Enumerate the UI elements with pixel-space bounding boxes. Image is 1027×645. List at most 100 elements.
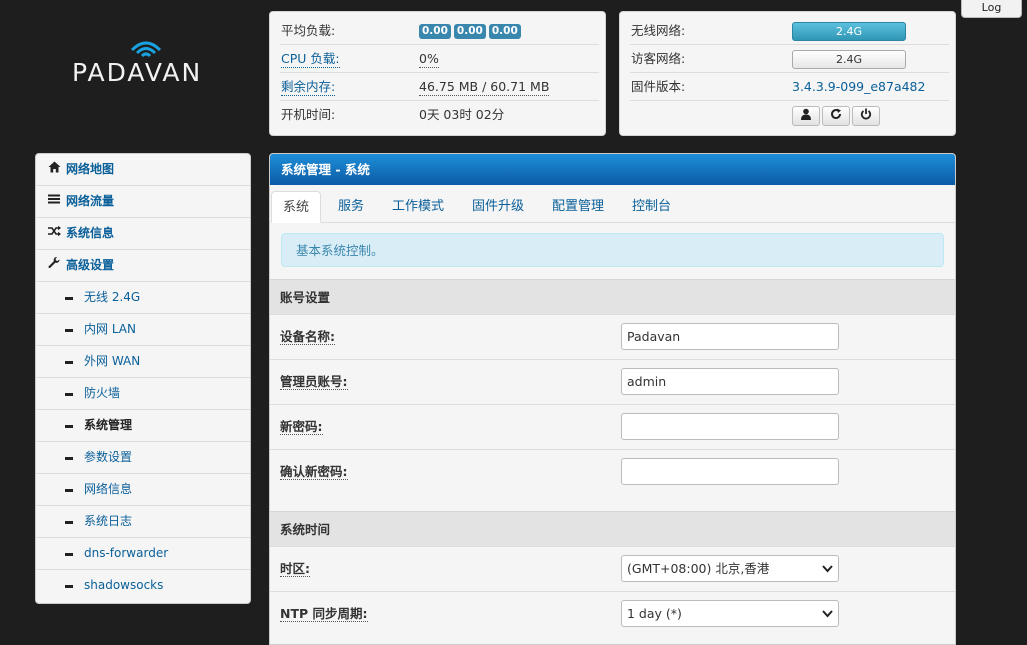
sidebar-item-dns-forwarder[interactable]: dns-forwarder <box>36 538 250 570</box>
guest-2g-button[interactable]: 2.4G <box>792 50 906 69</box>
confirm-password-row: 确认新密码: <box>270 449 955 495</box>
device-name-label: 设备名称: <box>280 329 335 345</box>
new-password-label: 新密码: <box>280 419 323 435</box>
firmware-version-link[interactable]: 3.4.3.9-099_e87a482 <box>792 73 925 100</box>
timezone-select[interactable]: (GMT+08:00) 北京,香港 <box>621 555 839 582</box>
tab-config-management[interactable]: 配置管理 <box>552 191 604 222</box>
home-icon <box>47 154 61 185</box>
free-memory-link[interactable]: 剩余内存: <box>281 79 336 96</box>
sidebar-item-label: 网络信息 <box>84 482 133 496</box>
admin-account-input[interactable]: admin <box>621 368 839 395</box>
uptime-label: 开机时间: <box>281 107 336 122</box>
cpu-load-row: CPU 负载: 0% <box>280 45 599 73</box>
sidebar-item-advanced[interactable]: 高级设置 <box>36 250 250 282</box>
ntp-sync-value: 1 day (*) <box>627 606 682 621</box>
sidebar-item-wireless-24g[interactable]: 无线 2.4G <box>36 282 250 314</box>
sidebar-item-system-log[interactable]: 系统日志 <box>36 506 250 538</box>
sidebar-item-label: 外网 WAN <box>84 354 141 368</box>
section-account-settings: 账号设置 <box>270 279 955 315</box>
sidebar-item-label: 系统管理 <box>84 418 133 432</box>
sidebar-nav: 网络地图 网络流量 系统信息 高级设置 无线 2.4G 内网 LAN 外网 WA… <box>35 153 251 604</box>
dash-icon <box>65 553 73 556</box>
wireless-label: 无线网络: <box>631 23 686 38</box>
system-action-buttons <box>792 106 882 126</box>
tab-console[interactable]: 控制台 <box>632 191 671 222</box>
device-name-input[interactable]: Padavan <box>621 323 839 350</box>
confirm-password-label: 确认新密码: <box>280 464 348 480</box>
firmware-label: 固件版本: <box>631 79 686 94</box>
new-password-input[interactable] <box>621 413 839 440</box>
free-memory-row: 剩余内存: 46.75 MB / 60.71 MB <box>280 73 599 101</box>
sidebar-item-label: shadowsocks <box>84 578 164 592</box>
dash-icon <box>65 425 73 428</box>
system-status-panel: 平均负载: 0.00 0.00 0.00 CPU 负载: 0% 剩余内存: 46.7… <box>269 11 606 136</box>
chevron-down-icon <box>822 556 833 591</box>
tab-system[interactable]: 系统 <box>271 191 322 223</box>
uptime-value: 0天 03时 02分 <box>419 107 505 122</box>
sidebar-item-label: 高级设置 <box>66 258 115 272</box>
log-tab[interactable]: Log <box>961 0 1022 18</box>
dash-icon <box>65 585 73 588</box>
firmware-row: 固件版本: 3.4.3.9-099_e87a482 <box>630 73 949 101</box>
dash-icon <box>65 361 73 364</box>
guest-network-row: 访客网络: 2.4G <box>630 45 949 73</box>
section-system-time: 系统时间 <box>270 511 955 547</box>
dash-icon <box>65 521 73 524</box>
timezone-row: 时区: (GMT+08:00) 北京,香港 <box>270 546 955 592</box>
tab-work-mode[interactable]: 工作模式 <box>392 191 444 222</box>
sidebar-item-label: 系统信息 <box>66 226 115 240</box>
admin-account-row: 管理员账号: admin <box>270 359 955 405</box>
load-average-label: 平均负载: <box>281 23 336 38</box>
sidebar-item-label: dns-forwarder <box>84 546 169 560</box>
sidebar-item-shadowsocks[interactable]: shadowsocks <box>36 570 250 601</box>
load-badge-2: 0.00 <box>453 24 486 39</box>
sidebar-item-firewall[interactable]: 防火墙 <box>36 378 250 410</box>
dash-icon <box>65 457 73 460</box>
main-panel: 系统管理 - 系统 系统 服务 工作模式 固件升级 配置管理 控制台 基本系统控… <box>269 153 956 645</box>
chevron-down-icon <box>822 601 833 636</box>
device-name-row: 设备名称: Padavan <box>270 314 955 360</box>
network-status-panel: 无线网络: 2.4G 访客网络: 2.4G 固件版本: 3.4.3.9-099_… <box>619 11 956 136</box>
sidebar-item-label: 内网 LAN <box>84 322 136 336</box>
dash-icon <box>65 393 73 396</box>
sidebar-item-network-info[interactable]: 网络信息 <box>36 474 250 506</box>
sidebar-item-system-admin[interactable]: 系统管理 <box>36 410 250 442</box>
guest-network-label: 访客网络: <box>631 51 686 66</box>
wireless-row: 无线网络: 2.4G <box>630 17 949 45</box>
refresh-icon[interactable] <box>822 106 850 126</box>
wifi-signal-icon <box>130 41 162 58</box>
shuffle-icon <box>47 218 61 249</box>
dash-icon <box>65 329 73 332</box>
wrench-icon <box>47 250 61 281</box>
sidebar-item-network-map[interactable]: 网络地图 <box>36 154 250 186</box>
sidebar-item-system-info[interactable]: 系统信息 <box>36 218 250 250</box>
new-password-row: 新密码: <box>270 404 955 450</box>
dash-icon <box>65 489 73 492</box>
load-average-values: 0.00 0.00 0.00 <box>419 17 524 44</box>
page-title: 系统管理 - 系统 <box>270 154 955 185</box>
sidebar-item-traffic[interactable]: 网络流量 <box>36 186 250 218</box>
sidebar-item-wan[interactable]: 外网 WAN <box>36 346 250 378</box>
load-badge-1: 0.00 <box>419 24 451 39</box>
sidebar-item-lan[interactable]: 内网 LAN <box>36 314 250 346</box>
wireless-2g-button[interactable]: 2.4G <box>792 22 906 41</box>
list-icon <box>47 186 61 217</box>
confirm-password-input[interactable] <box>621 458 839 485</box>
sidebar-item-label: 网络流量 <box>66 194 115 208</box>
user-icon[interactable] <box>792 106 820 126</box>
free-memory-value: 46.75 MB / 60.71 MB <box>419 79 550 96</box>
sidebar-item-label: 系统日志 <box>84 514 133 528</box>
sidebar-item-label: 防火墙 <box>84 386 121 400</box>
tab-firmware-upgrade[interactable]: 固件升级 <box>472 191 524 222</box>
power-icon[interactable] <box>852 106 880 126</box>
ntp-sync-label: NTP 同步周期: <box>280 606 368 622</box>
ntp-sync-select[interactable]: 1 day (*) <box>621 600 839 627</box>
timezone-label: 时区: <box>280 561 310 577</box>
logo-wordmark: PADAVAN <box>72 58 203 87</box>
ntp-sync-row: NTP 同步周期: 1 day (*) <box>270 591 955 637</box>
cpu-load-link[interactable]: CPU 负载: <box>281 51 340 68</box>
padavan-logo: PADAVAN <box>72 38 222 102</box>
tab-services[interactable]: 服务 <box>338 191 364 222</box>
sidebar-item-parameters[interactable]: 参数设置 <box>36 442 250 474</box>
uptime-row: 开机时间: 0天 03时 02分 <box>280 101 599 128</box>
